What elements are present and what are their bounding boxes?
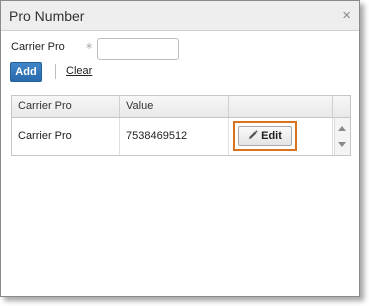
carrier-pro-grid: Carrier Pro Value Carrier Pro 7538469512… xyxy=(11,95,351,156)
divider xyxy=(55,64,56,79)
edit-highlight: Edit xyxy=(233,121,297,151)
column-header-carrier-pro[interactable]: Carrier Pro xyxy=(12,96,120,117)
dialog-title: Pro Number xyxy=(9,8,85,24)
edit-button[interactable]: Edit xyxy=(238,126,292,146)
column-header-value[interactable]: Value xyxy=(120,96,229,117)
pro-number-dialog: Pro Number × Carrier Pro ∗ Add Clear Car… xyxy=(0,0,360,297)
grid-header: Carrier Pro Value xyxy=(12,96,350,118)
pencil-icon xyxy=(249,130,258,139)
close-icon[interactable]: × xyxy=(342,7,351,24)
chevron-down-icon[interactable] xyxy=(338,142,346,147)
table-row: Carrier Pro 7538469512 Edit xyxy=(12,118,333,155)
dialog-titlebar: Pro Number × xyxy=(1,1,359,31)
add-button[interactable]: Add xyxy=(10,62,42,82)
chevron-up-icon[interactable] xyxy=(338,126,346,131)
cell-value: 7538469512 xyxy=(120,118,229,155)
required-icon: ∗ xyxy=(85,41,94,52)
grid-scrollbar[interactable] xyxy=(334,118,350,155)
clear-link[interactable]: Clear xyxy=(66,65,92,77)
carrier-pro-input[interactable] xyxy=(97,38,179,60)
cell-carrier-pro: Carrier Pro xyxy=(12,118,120,155)
carrier-pro-label: Carrier Pro xyxy=(11,41,65,53)
column-header-actions xyxy=(229,96,333,117)
edit-button-label: Edit xyxy=(261,130,282,142)
